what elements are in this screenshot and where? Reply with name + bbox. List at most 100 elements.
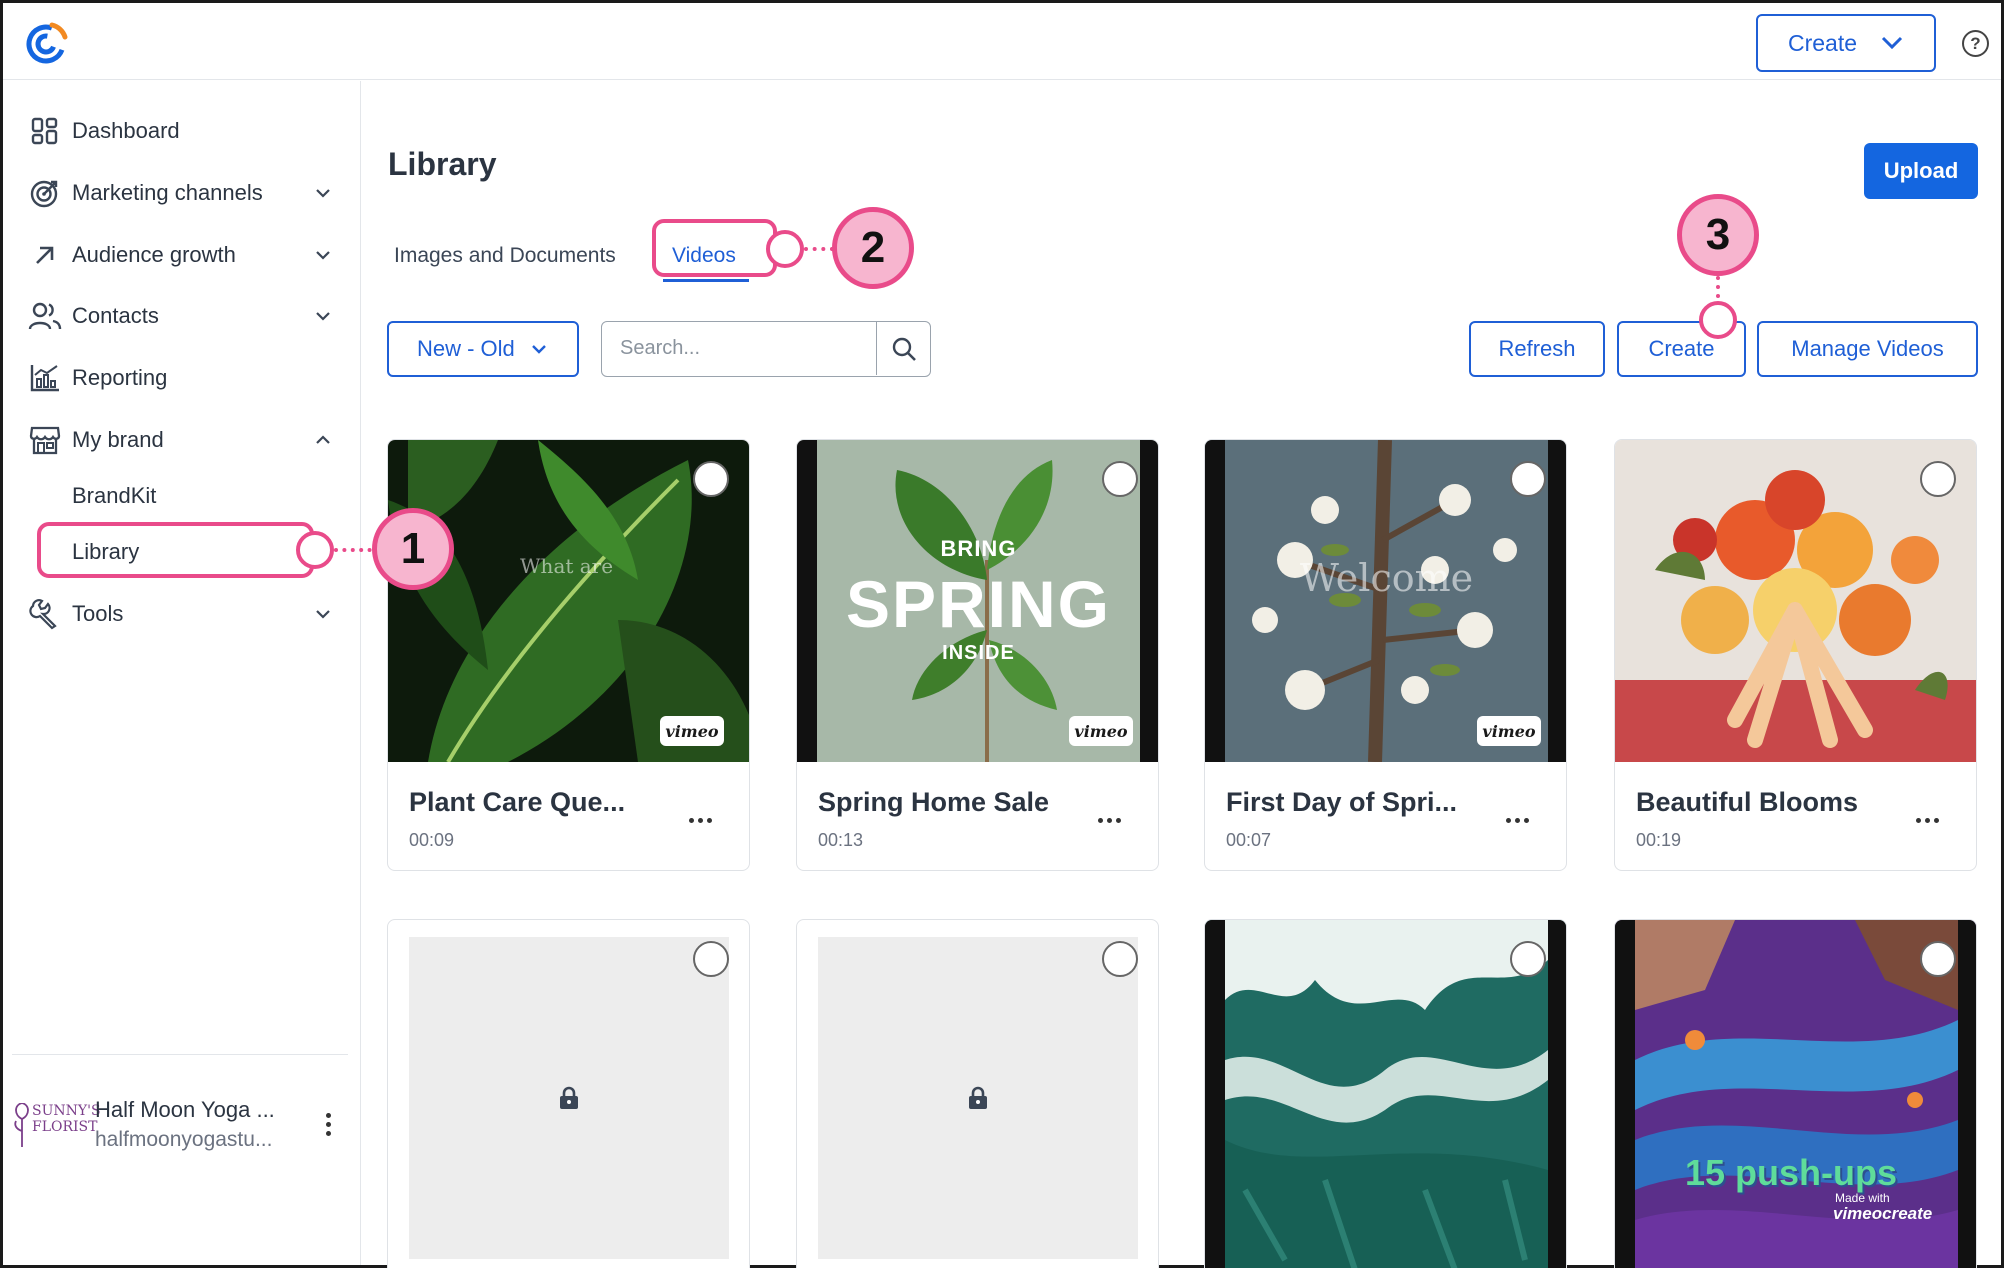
account-email: halfmoonyogastu... [95, 1128, 273, 1151]
callout-badge-3: 3 [1677, 194, 1759, 276]
select-checkbox[interactable] [1510, 941, 1546, 977]
account-logo: SUNNY'S FLORIST [12, 1093, 101, 1159]
chevron-down-icon[interactable] [310, 601, 336, 627]
people-icon [28, 299, 62, 333]
sidebar-item-audience-growth[interactable]: Audience growth [0, 227, 358, 283]
tab-images-and-documents[interactable]: Images and Documents [394, 244, 616, 268]
sort-dropdown[interactable]: New - Old [387, 321, 579, 377]
store-icon [28, 423, 62, 457]
search-box [601, 321, 931, 377]
callout-highlight-library [37, 522, 314, 578]
refresh-button[interactable]: Refresh [1469, 321, 1605, 377]
chart-icon [28, 361, 62, 395]
arrow-up-right-icon [28, 238, 62, 272]
callout-connector-line [804, 247, 834, 251]
video-title: Plant Care Que... [409, 787, 626, 817]
chevron-up-icon[interactable] [310, 427, 336, 453]
sidebar-item-label: Contacts [72, 303, 159, 328]
select-checkbox[interactable] [693, 941, 729, 977]
sidebar-divider [12, 1054, 348, 1055]
video-card[interactable]: Beautiful Blooms 00:19 [1614, 439, 1977, 871]
upload-button[interactable]: Upload [1864, 143, 1978, 199]
brand-logo-icon[interactable] [25, 19, 71, 65]
top-bar: Create ? [3, 3, 2001, 80]
video-overlay-text: SPRING [845, 567, 1112, 641]
lock-icon [969, 1086, 987, 1109]
select-checkbox[interactable] [1920, 941, 1956, 977]
chevron-down-icon[interactable] [310, 180, 336, 206]
account-logo-text: SUNNY'S FLORIST [32, 1103, 101, 1135]
select-checkbox[interactable] [693, 461, 729, 497]
sidebar-item-tools[interactable]: Tools [0, 586, 358, 642]
sidebar-item-marketing-channels[interactable]: Marketing channels [0, 165, 358, 221]
video-menu-button[interactable] [1502, 810, 1532, 830]
create-dropdown-label: Create [1788, 29, 1858, 56]
sidebar-item-label: My brand [72, 427, 164, 452]
vimeo-badge: vimeo [1477, 716, 1541, 746]
select-checkbox[interactable] [1510, 461, 1546, 497]
chevron-down-icon[interactable] [310, 242, 336, 268]
select-checkbox[interactable] [1102, 461, 1138, 497]
vimeo-badge: vimeo [660, 716, 724, 746]
video-overlay-text: 15 push-ups [1685, 1152, 1898, 1193]
callout-badge-1: 1 [372, 508, 454, 590]
sidebar-item-label: Tools [72, 601, 124, 626]
video-duration: 00:19 [1636, 830, 1682, 850]
sidebar-item-reporting[interactable]: Reporting [0, 350, 358, 406]
vimeo-badge: vimeo [1069, 716, 1133, 746]
callout-connector-line [1716, 276, 1720, 298]
video-card[interactable] [1204, 919, 1567, 1268]
flower-icon [14, 1103, 29, 1147]
sidebar-item-contacts[interactable]: Contacts [0, 288, 358, 344]
callout-badge-2: 2 [832, 207, 914, 289]
sidebar-subitem-brandkit[interactable]: BrandKit [72, 483, 156, 509]
create-dropdown-button[interactable]: Create [1756, 14, 1936, 72]
search-icon [892, 337, 916, 361]
sidebar-item-dashboard[interactable]: Dashboard [0, 103, 358, 159]
video-card-locked[interactable] [387, 919, 750, 1268]
video-overlay-text: BRING [940, 536, 1017, 561]
account-name: Half Moon Yoga ... [95, 1097, 275, 1122]
sidebar-item-label: Audience growth [72, 242, 236, 267]
video-thumbnail[interactable]: 15 push-ups Made with vimeocreate [1615, 920, 1976, 1268]
search-button[interactable] [876, 322, 930, 375]
target-icon [28, 176, 62, 210]
video-card[interactable]: 15 push-ups Made with vimeocreate [1614, 919, 1977, 1268]
video-overlay-text: Welcome [1299, 556, 1474, 600]
locked-thumbnail [409, 937, 729, 1259]
video-title: Spring Home Sale [818, 787, 1050, 817]
video-duration: 00:07 [1226, 830, 1272, 850]
locked-thumbnail [818, 937, 1138, 1259]
active-tab-indicator [663, 279, 749, 282]
sort-dropdown-label: New - Old [417, 336, 515, 361]
video-card[interactable]: What are vimeo Plant Care Que... 00:09 [387, 439, 750, 871]
chevron-down-icon [1881, 36, 1903, 50]
account-menu-button[interactable] [318, 1104, 338, 1144]
callout-connector-dot [766, 230, 804, 268]
video-title: Beautiful Blooms [1636, 787, 1859, 817]
video-card-locked[interactable] [796, 919, 1159, 1268]
wrench-icon [28, 597, 62, 631]
video-menu-button[interactable] [1094, 810, 1124, 830]
ocean-thumbnail-image [1205, 920, 1566, 1268]
video-card[interactable]: Welcome vimeo First Day of Spri... 00:07 [1204, 439, 1567, 871]
search-input[interactable] [602, 322, 876, 375]
sidebar-item-label: Marketing channels [72, 180, 263, 205]
page-title: Library [388, 146, 497, 182]
video-overlay-text: What are [520, 554, 614, 578]
callout-connector-dot [1699, 301, 1737, 339]
help-icon[interactable]: ? [1962, 30, 1989, 57]
select-checkbox[interactable] [1920, 461, 1956, 497]
select-checkbox[interactable] [1102, 941, 1138, 977]
video-title: First Day of Spri... [1226, 787, 1458, 817]
video-overlay-text: INSIDE [942, 642, 1015, 664]
video-card[interactable]: BRING SPRING INSIDE vimeo Spring Home Sa… [796, 439, 1159, 871]
chevron-down-icon[interactable] [310, 303, 336, 329]
video-menu-button[interactable] [1912, 810, 1942, 830]
callout-connector-dot [296, 531, 334, 569]
video-menu-button[interactable] [685, 810, 715, 830]
manage-videos-button[interactable]: Manage Videos [1757, 321, 1978, 377]
chevron-down-icon [531, 345, 546, 354]
sidebar-item-my-brand[interactable]: My brand [0, 412, 358, 468]
video-thumbnail[interactable] [1205, 920, 1566, 1268]
